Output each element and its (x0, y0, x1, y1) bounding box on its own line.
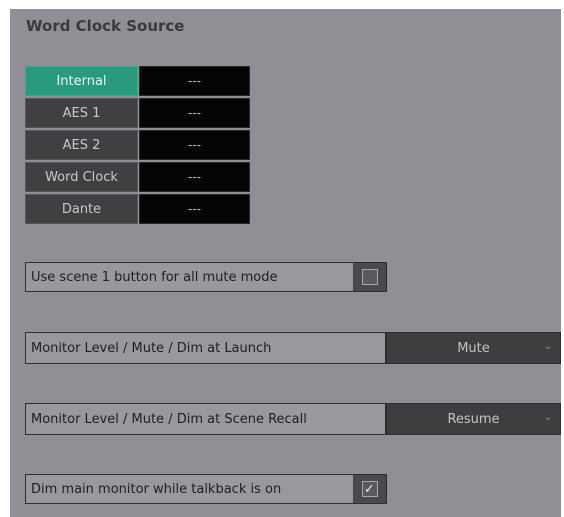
source-button-word-clock[interactable]: Word Clock (25, 162, 138, 192)
source-button-aes1[interactable]: AES 1 (25, 98, 138, 128)
word-clock-source-grid: Internal --- AES 1 --- AES 2 --- Word Cl… (25, 66, 250, 226)
source-status-word-clock: --- (139, 162, 250, 192)
source-button-aes2[interactable]: AES 2 (25, 130, 138, 160)
source-button-internal[interactable]: Internal (25, 66, 138, 96)
chevron-down-icon: ⌄ (543, 341, 552, 352)
source-row-internal: Internal --- (25, 66, 250, 98)
scene-recall-setting-text: Monitor Level / Mute / Dim at Scene Reca… (31, 411, 307, 427)
talkback-dim-checkbox[interactable]: ✓ (353, 475, 386, 503)
scene-recall-setting-dropdown[interactable]: Resume ⌄ (386, 403, 561, 435)
scene-recall-setting-value: Resume (447, 411, 500, 427)
talkback-dim-option: Dim main monitor while talkback is on ✓ (25, 474, 387, 504)
scene1-mute-label: Use scene 1 button for all mute mode (31, 269, 278, 285)
launch-setting-value: Mute (457, 340, 490, 356)
source-status-aes1: --- (139, 98, 250, 128)
scene-recall-setting-label: Monitor Level / Mute / Dim at Scene Reca… (25, 403, 386, 435)
source-row-aes1: AES 1 --- (25, 98, 250, 130)
scene1-mute-checkbox[interactable] (353, 263, 386, 291)
source-button-dante[interactable]: Dante (25, 194, 138, 224)
launch-setting-label: Monitor Level / Mute / Dim at Launch (25, 332, 386, 364)
check-icon: ✓ (361, 481, 378, 497)
source-status-aes2: --- (139, 130, 250, 160)
chevron-down-icon: ⌄ (543, 412, 552, 423)
source-row-dante: Dante --- (25, 194, 250, 226)
launch-setting-dropdown[interactable]: Mute ⌄ (386, 332, 561, 364)
panel-title: Word Clock Source (26, 17, 185, 35)
launch-setting-text: Monitor Level / Mute / Dim at Launch (31, 340, 272, 356)
talkback-dim-label: Dim main monitor while talkback is on (31, 481, 282, 497)
word-clock-panel: Word Clock Source Internal --- AES 1 ---… (10, 9, 561, 517)
source-status-internal: --- (139, 66, 250, 96)
source-row-aes2: AES 2 --- (25, 130, 250, 162)
checkbox-empty-icon (361, 269, 378, 285)
source-status-dante: --- (139, 194, 250, 224)
scene1-mute-option: Use scene 1 button for all mute mode (25, 262, 387, 292)
source-row-word-clock: Word Clock --- (25, 162, 250, 194)
